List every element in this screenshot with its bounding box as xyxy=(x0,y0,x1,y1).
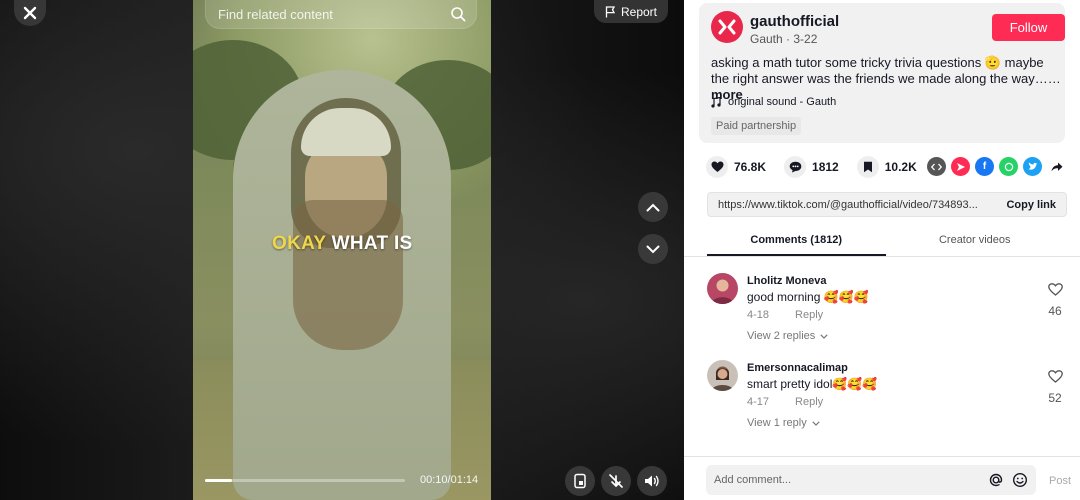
comment-meta: 4-17 Reply xyxy=(747,396,823,408)
author-avatar[interactable] xyxy=(711,11,743,43)
comment-like-button[interactable]: 46 xyxy=(1043,283,1067,318)
author-name[interactable]: gauthofficial xyxy=(750,13,839,30)
comment-like-button[interactable]: 52 xyxy=(1043,370,1067,405)
comment-text: good morning 🥰🥰🥰 xyxy=(747,290,869,304)
comment-item: Emersonnacalimap smart pretty idol🥰🥰🥰 4-… xyxy=(707,360,1067,435)
chevron-down-icon xyxy=(812,420,820,426)
video-caption: OKAY WHAT IS xyxy=(272,233,413,255)
save-count: 10.2K xyxy=(884,160,917,174)
report-button[interactable]: Report xyxy=(594,0,668,23)
emoji-icon[interactable] xyxy=(1012,472,1028,488)
reply-button[interactable]: Reply xyxy=(795,309,823,321)
video-progress-fill xyxy=(205,479,232,482)
music-note-icon xyxy=(711,96,721,108)
comment-count: 1812 xyxy=(812,160,839,174)
tabs-divider xyxy=(684,256,1080,257)
comment-composer: Add comment... Post xyxy=(684,456,1080,500)
engagement-bar: 76.8K 1812 10.2K xyxy=(706,156,935,178)
volume-icon xyxy=(645,475,659,487)
flag-icon xyxy=(605,5,616,17)
twitter-icon[interactable] xyxy=(1023,157,1042,176)
view-replies-label: View 2 replies xyxy=(747,330,816,342)
embed-icon[interactable] xyxy=(927,157,946,176)
comment-date: 4-17 xyxy=(747,396,770,408)
bookmark-icon xyxy=(856,156,879,178)
comment-meta: 4-18 Reply xyxy=(747,309,823,321)
time-display: 00:10/01:14 xyxy=(420,474,479,486)
sound-link[interactable]: original sound - Gauth xyxy=(711,96,836,108)
share-arrow-icon[interactable] xyxy=(1047,157,1066,176)
video-link-box: https://www.tiktok.com/@gauthofficial/vi… xyxy=(707,192,1067,217)
comment-date: 4-18 xyxy=(747,309,770,321)
commenter-name[interactable]: Lholitz Moneva xyxy=(747,275,826,287)
send-icon[interactable] xyxy=(951,157,970,176)
caption-text: WHAT IS xyxy=(331,233,413,254)
gauth-logo-icon xyxy=(718,19,736,35)
save-button[interactable]: 10.2K xyxy=(856,156,917,178)
comment-like-count: 46 xyxy=(1048,304,1062,318)
tab-creator-videos[interactable]: Creator videos xyxy=(886,228,1065,256)
close-icon xyxy=(23,6,37,20)
author-card: gauthofficial Gauth · 3-22 Follow asking… xyxy=(699,3,1065,143)
sound-label: original sound - Gauth xyxy=(728,96,837,108)
chevron-down-icon xyxy=(646,245,660,253)
view-replies-button[interactable]: View 1 reply xyxy=(747,417,820,429)
commenter-avatar[interactable] xyxy=(707,273,738,304)
whatsapp-icon[interactable] xyxy=(999,157,1018,176)
mini-player-button[interactable] xyxy=(565,466,595,496)
like-button[interactable]: 76.8K xyxy=(706,156,766,178)
tab-comments[interactable]: Comments (1812) xyxy=(707,228,886,256)
chevron-down-icon xyxy=(820,333,828,339)
report-label: Report xyxy=(620,4,658,19)
post-button[interactable]: Post xyxy=(1049,475,1071,487)
next-video-button[interactable] xyxy=(638,234,668,264)
follow-button[interactable]: Follow xyxy=(992,14,1065,41)
video-person-hair xyxy=(293,200,403,350)
paid-partnership-badge: Paid partnership xyxy=(711,117,802,135)
comment-like-count: 52 xyxy=(1048,391,1062,405)
details-panel: gauthofficial Gauth · 3-22 Follow asking… xyxy=(684,0,1080,500)
heart-outline-icon xyxy=(1047,370,1063,383)
comment-item: Lholitz Moneva good morning 🥰🥰🥰 4-18 Rep… xyxy=(707,273,1067,348)
autoscroll-button[interactable] xyxy=(601,466,631,496)
comment-button[interactable]: 1812 xyxy=(784,156,839,178)
facebook-icon[interactable]: f xyxy=(975,157,994,176)
volume-button[interactable] xyxy=(637,466,667,496)
commenter-avatar[interactable] xyxy=(707,360,738,391)
caption-highlight-word: OKAY xyxy=(272,233,327,254)
search-icon[interactable] xyxy=(450,6,466,22)
reply-button[interactable]: Reply xyxy=(795,396,823,408)
description-text: asking a math tutor some tricky trivia q… xyxy=(711,55,1061,86)
autoscroll-off-icon xyxy=(609,474,623,488)
comment-text: smart pretty idol🥰🥰🥰 xyxy=(747,377,878,391)
commenter-name[interactable]: Emersonnacalimap xyxy=(747,362,848,374)
view-replies-label: View 1 reply xyxy=(747,417,807,429)
share-icons: f xyxy=(927,157,1066,176)
comment-input[interactable]: Add comment... xyxy=(706,465,1036,495)
previous-video-button[interactable] xyxy=(638,192,668,222)
comment-bubble-icon xyxy=(784,156,807,178)
mini-player-icon xyxy=(574,473,586,489)
heart-outline-icon xyxy=(1047,283,1063,296)
comment-input-placeholder: Add comment... xyxy=(714,474,792,486)
comment-tabs: Comments (1812) Creator videos xyxy=(707,228,1064,256)
heart-icon xyxy=(706,156,728,178)
copy-link-button[interactable]: Copy link xyxy=(1006,199,1056,211)
search-input[interactable]: Find related content xyxy=(205,0,477,29)
video-area: OKAY WHAT IS Find related content Report… xyxy=(0,0,684,500)
video-url[interactable]: https://www.tiktok.com/@gauthofficial/vi… xyxy=(718,199,1006,211)
mention-icon[interactable] xyxy=(988,472,1004,488)
like-count: 76.8K xyxy=(734,160,767,174)
search-placeholder: Find related content xyxy=(218,6,333,22)
video-progress-bar[interactable] xyxy=(205,479,405,482)
view-replies-button[interactable]: View 2 replies xyxy=(747,330,828,342)
author-subtitle: Gauth · 3-22 xyxy=(750,32,818,46)
chevron-up-icon xyxy=(646,203,660,211)
